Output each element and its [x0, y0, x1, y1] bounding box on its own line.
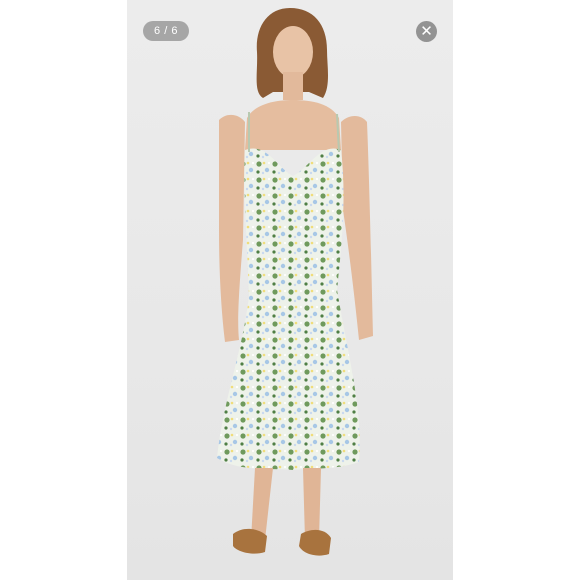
close-icon: ✕ [420, 23, 433, 40]
image-viewer: 6 / 6 ✕ [0, 0, 580, 580]
image-counter: 6 / 6 [143, 21, 189, 41]
product-photo [127, 0, 453, 580]
close-button[interactable]: ✕ [416, 21, 437, 42]
model-floral-slip-dress-image [217, 8, 373, 556]
